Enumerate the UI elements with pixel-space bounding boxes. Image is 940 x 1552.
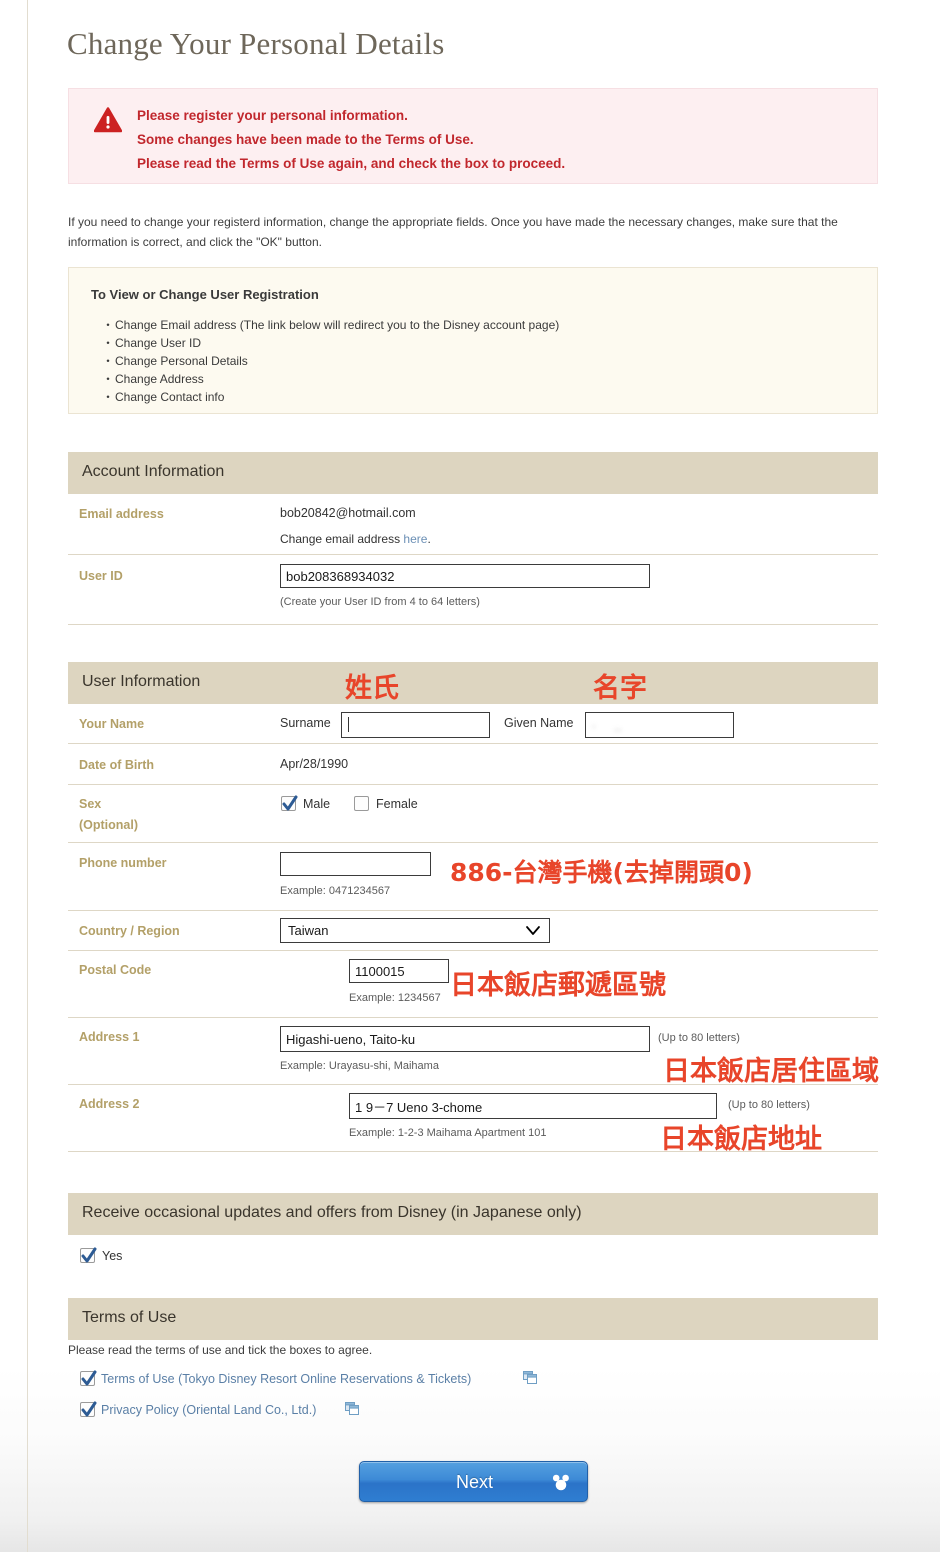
terms-of-use-link[interactable]: Terms of Use (Tokyo Disney Resort Online…: [101, 1372, 471, 1386]
postal-code-input[interactable]: [349, 959, 449, 983]
row-sex: Sex (Optional) Male Female: [68, 785, 878, 843]
label-address-1: Address 1: [79, 1030, 140, 1044]
alert-banner: Please register your personal informatio…: [68, 88, 878, 184]
warning-triangle-icon: [94, 107, 122, 133]
section-header-updates: Receive occasional updates and offers fr…: [68, 1193, 878, 1235]
row-email-address: Email address bob20842@hotmail.com Chang…: [68, 494, 878, 555]
section-title: User Information: [82, 673, 201, 690]
section-header-user-information: User Information: [68, 662, 878, 704]
label-phone-number: Phone number: [79, 856, 167, 870]
terms-note: Please read the terms of use and tick th…: [68, 1343, 373, 1357]
given-name-input[interactable]: ‧ ‥: [585, 712, 734, 738]
row-your-name: Your Name Surname Given Name ‧ ‥: [68, 704, 878, 744]
hint-user-id: (Create your User ID from 4 to 64 letter…: [280, 596, 480, 608]
address-2-input[interactable]: [349, 1093, 717, 1119]
annotation-postal: 日本飯店郵遞區號: [450, 970, 666, 1001]
given-name-redacted-value: ‧ ‥: [592, 720, 624, 734]
value-date-of-birth: Apr/28/1990: [280, 757, 349, 771]
annotation-given-name: 名字: [593, 673, 647, 704]
updates-yes-label: Yes: [102, 1249, 123, 1263]
sex-female-label: Female: [376, 797, 418, 811]
chevron-down-icon: [526, 926, 540, 935]
annotation-phone: 886-台灣手機(去掉開頭0): [450, 858, 753, 887]
new-window-icon[interactable]: [523, 1371, 537, 1384]
section-title: Receive occasional updates and offers fr…: [82, 1204, 582, 1221]
alert-line-2: Some changes have been made to the Terms…: [137, 132, 474, 147]
row-user-id: User ID (Create your User ID from 4 to 6…: [68, 555, 878, 625]
hint-address-1: Example: Urayasu-shi, Maihama: [280, 1060, 439, 1072]
section-title: Terms of Use: [82, 1309, 177, 1326]
updates-yes-checkbox[interactable]: [80, 1247, 97, 1263]
sex-male-checkbox[interactable]: [281, 795, 298, 811]
sex-female-checkbox[interactable]: [354, 796, 369, 811]
info-box-title: To View or Change User Registration: [91, 287, 319, 302]
alert-line-3: Please read the Terms of Use again, and …: [137, 156, 566, 171]
privacy-policy-link[interactable]: Privacy Policy (Oriental Land Co., Ltd.): [101, 1403, 316, 1417]
list-item: Change Address: [102, 370, 559, 388]
annotation-address-2: 日本飯店地址: [660, 1124, 822, 1155]
alert-messages: Please register your personal informatio…: [137, 104, 857, 176]
next-button[interactable]: Next: [359, 1461, 588, 1502]
label-user-id: User ID: [79, 569, 123, 583]
label-sex-optional: (Optional): [79, 818, 139, 832]
privacy-policy-checkbox[interactable]: [80, 1401, 97, 1417]
page-left-rule: [27, 0, 28, 1552]
surname-input[interactable]: [341, 712, 490, 738]
label-postal-code: Postal Code: [79, 963, 152, 977]
change-email-prefix: Change email address: [280, 532, 404, 546]
label-surname: Surname: [280, 716, 331, 730]
annotation-address-1: 日本飯店居住區域: [663, 1056, 879, 1087]
list-item: Change Personal Details: [102, 352, 559, 370]
list-item: Change Email address (The link below wil…: [102, 316, 559, 334]
change-email-suffix: .: [427, 532, 431, 546]
hint-address-2: Example: 1-2-3 Maihama Apartment 101: [349, 1127, 547, 1139]
page-root: Change Your Personal Details Please regi…: [0, 0, 940, 1552]
row-date-of-birth: Date of Birth Apr/28/1990: [68, 744, 878, 785]
annotation-surname: 姓氏: [345, 673, 399, 704]
intro-paragraph: If you need to change your registerd inf…: [68, 215, 838, 249]
change-email-here-link[interactable]: here: [403, 532, 427, 546]
alert-line-1: Please register your personal informatio…: [137, 108, 408, 123]
terms-of-use-checkbox[interactable]: [80, 1370, 97, 1386]
label-country-region: Country / Region: [79, 924, 180, 938]
section-header-terms-of-use: Terms of Use: [68, 1298, 878, 1340]
registration-info-box: To View or Change User Registration Chan…: [68, 267, 878, 414]
value-email-address: bob20842@hotmail.com: [280, 506, 416, 520]
user-id-input[interactable]: [280, 564, 650, 588]
limit-address-2: (Up to 80 letters): [728, 1099, 810, 1111]
page-title: Change Your Personal Details: [67, 26, 445, 61]
change-email-line: Change email address here.: [280, 532, 431, 546]
hint-postal-code: Example: 1234567: [349, 992, 441, 1004]
section-title: Account Information: [82, 463, 225, 480]
mickey-icon: [552, 1474, 569, 1491]
label-given-name: Given Name: [504, 716, 574, 730]
new-window-icon[interactable]: [345, 1402, 359, 1415]
text-caret: [348, 717, 349, 732]
label-sex: Sex: [79, 797, 102, 811]
limit-address-1: (Up to 80 letters): [658, 1032, 740, 1044]
phone-number-input[interactable]: [280, 852, 431, 876]
row-country-region: Country / Region Taiwan: [68, 911, 878, 951]
hint-phone-number: Example: 0471234567: [280, 885, 391, 897]
country-region-select[interactable]: Taiwan: [280, 918, 550, 943]
address-1-input[interactable]: [280, 1026, 650, 1052]
label-address-2: Address 2: [79, 1097, 140, 1111]
list-item: Change Contact info: [102, 388, 559, 406]
sex-male-label: Male: [303, 797, 331, 811]
info-box-list: Change Email address (The link below wil…: [102, 316, 559, 406]
label-date-of-birth: Date of Birth: [79, 758, 154, 772]
section-header-account-information: Account Information: [68, 452, 878, 494]
label-email-address: Email address: [79, 507, 164, 521]
country-region-selected-value: Taiwan: [288, 923, 329, 938]
label-your-name: Your Name: [79, 717, 145, 731]
list-item: Change User ID: [102, 334, 559, 352]
